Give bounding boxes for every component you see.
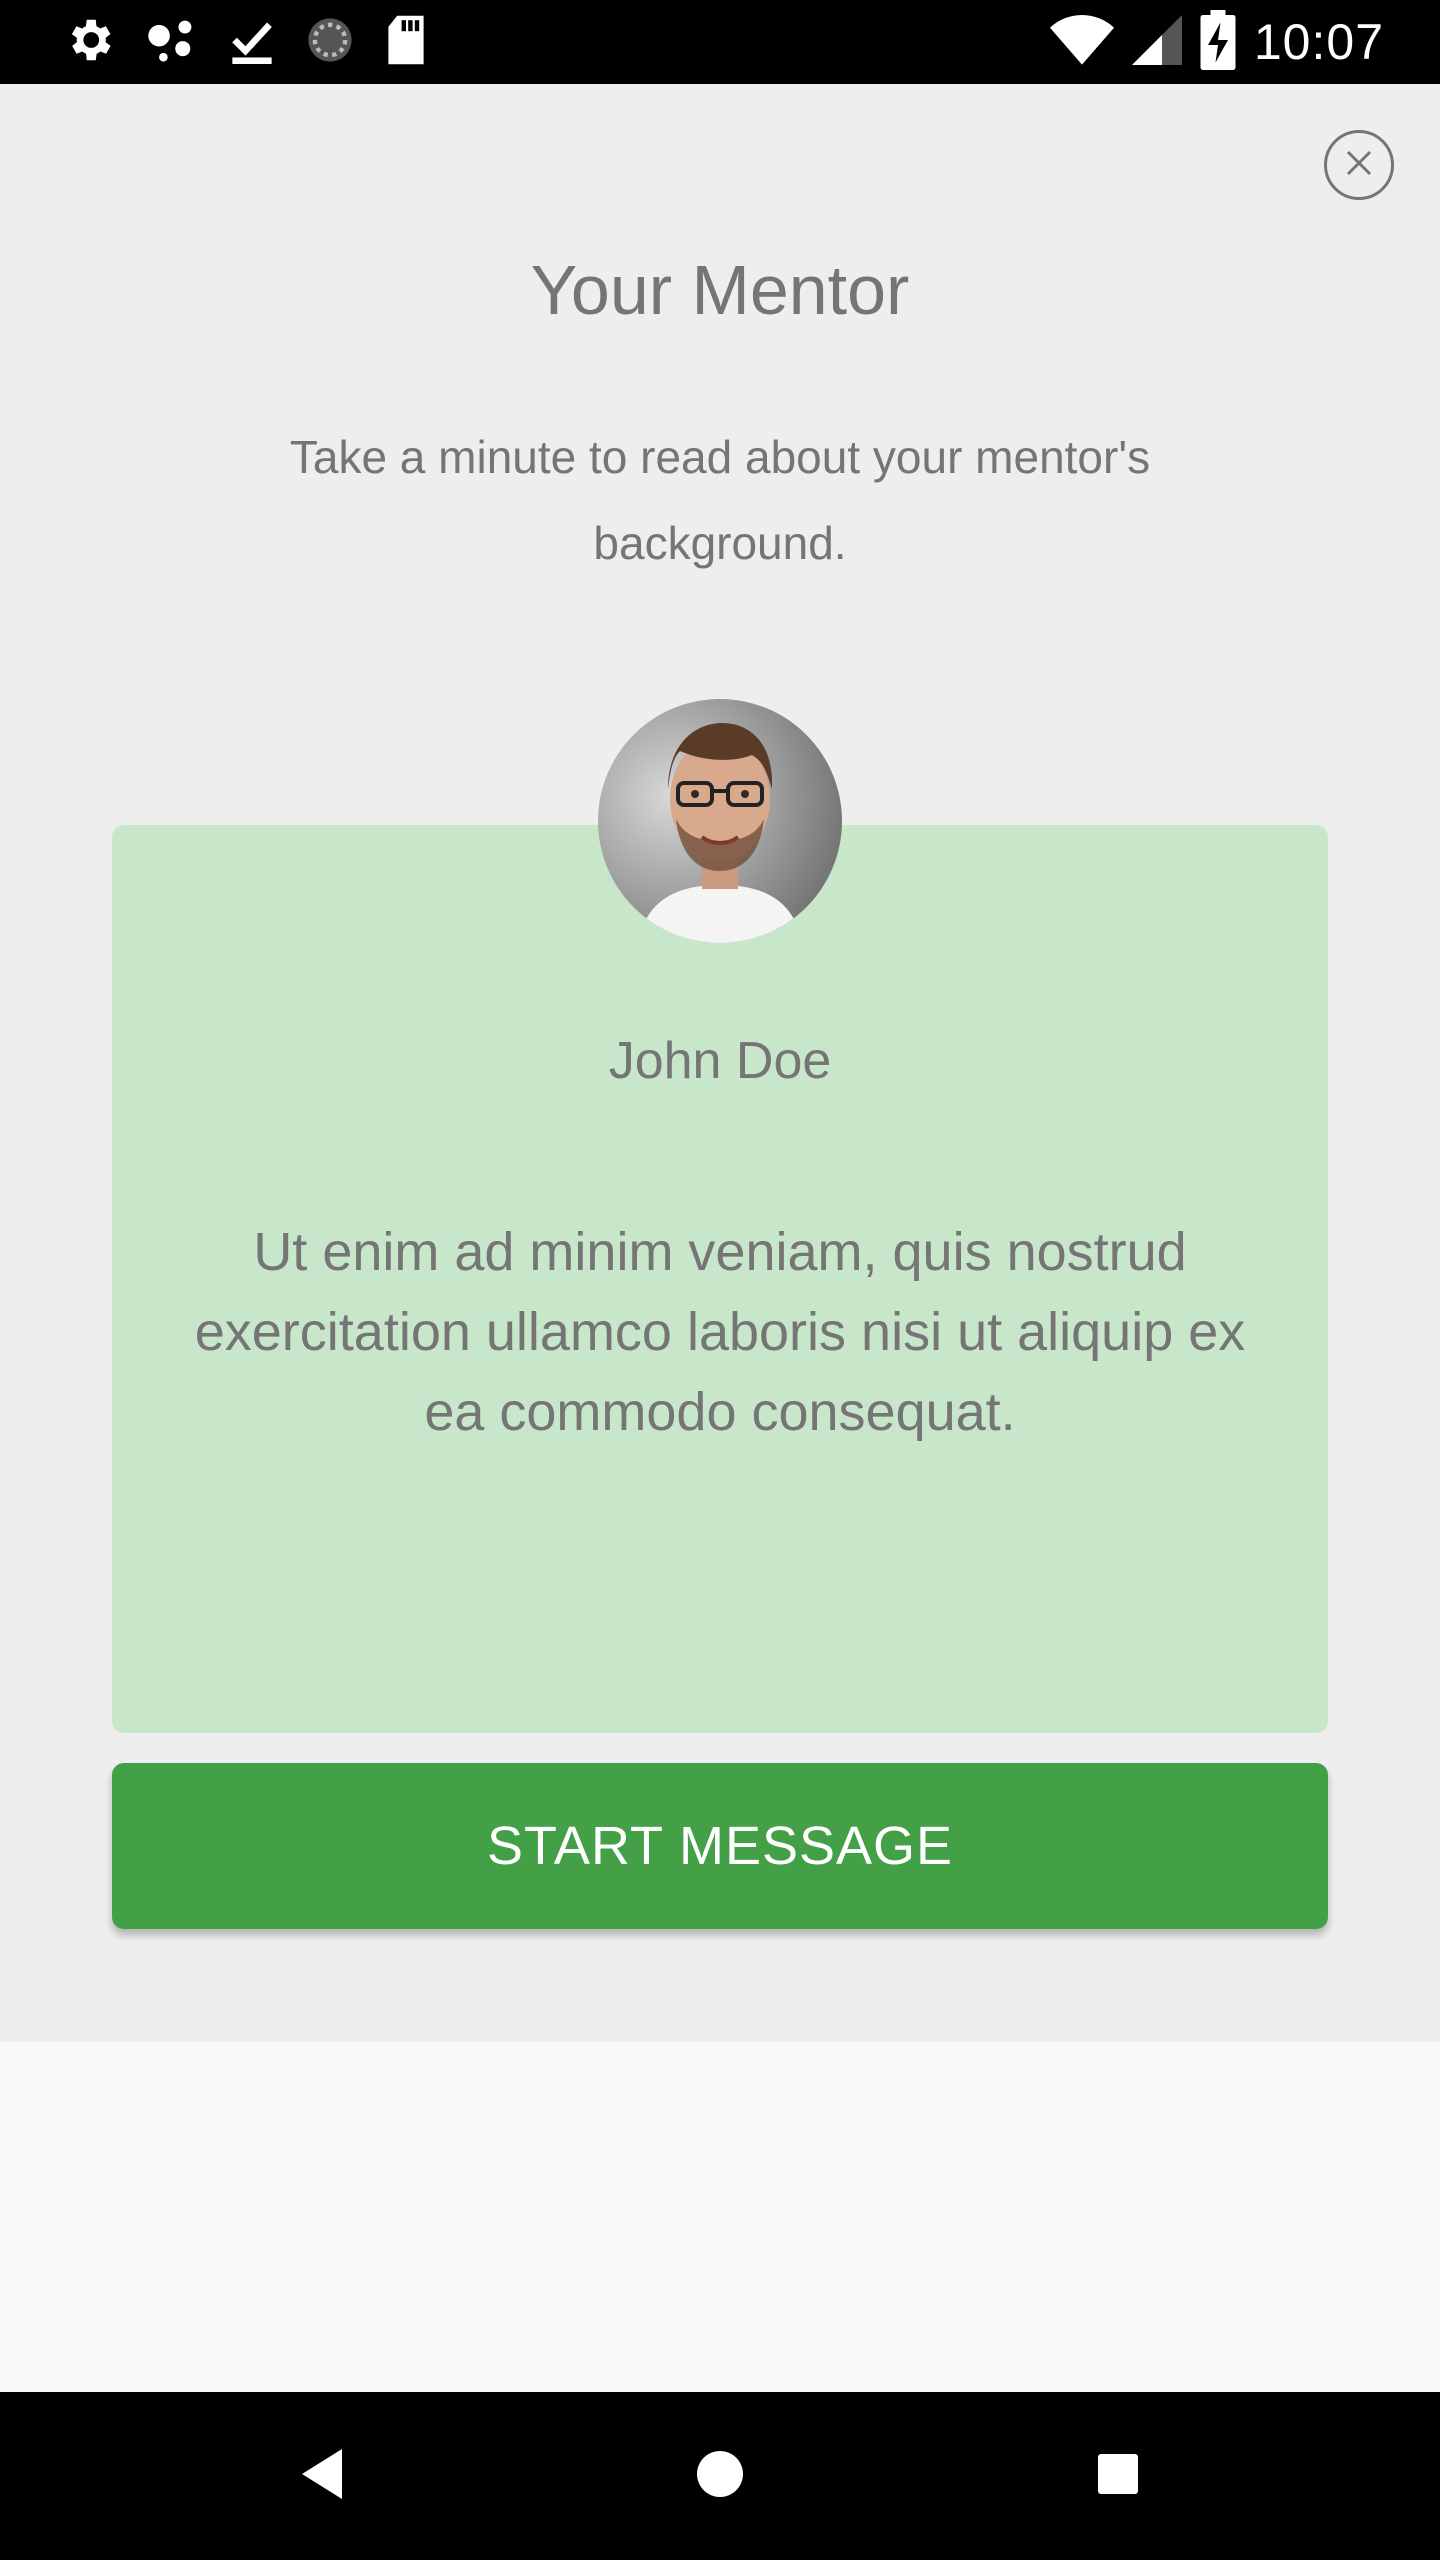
page-subtitle: Take a minute to read about your mentor'…	[289, 431, 1151, 569]
navigation-bar	[0, 2392, 1440, 2560]
recents-icon	[1096, 2452, 1140, 2501]
status-left-icons	[62, 14, 428, 70]
close-icon	[1344, 148, 1374, 183]
recents-button[interactable]	[1078, 2436, 1158, 2516]
mentor-name: John Doe	[608, 1032, 832, 1090]
sync-progress-icon	[304, 14, 356, 71]
mentor-modal: Your Mentor Take a minute to read about …	[0, 84, 1440, 2042]
back-button[interactable]	[282, 2436, 362, 2516]
mentor-bio: Ut enim ad minim veniam, quis nostrud ex…	[194, 1222, 1246, 1442]
status-bar: 10:07	[0, 0, 1440, 84]
home-icon	[695, 2449, 745, 2504]
wifi-icon	[1049, 14, 1114, 71]
status-time: 10:07	[1253, 14, 1384, 70]
avatar	[598, 699, 842, 943]
sd-card-icon	[384, 13, 428, 72]
back-icon	[298, 2447, 346, 2506]
battery-charging-icon	[1200, 9, 1236, 75]
cell-signal-icon	[1131, 14, 1182, 71]
settings-icon	[62, 13, 116, 72]
assistant-dots-icon	[144, 13, 200, 72]
home-button[interactable]	[680, 2436, 760, 2516]
status-right-icons: 10:07	[1049, 9, 1384, 71]
download-done-icon	[228, 13, 276, 72]
page-title: Your Mentor	[530, 251, 910, 329]
close-button[interactable]	[1324, 130, 1394, 200]
start-message-button[interactable]: START MESSAGE	[112, 1763, 1328, 1929]
